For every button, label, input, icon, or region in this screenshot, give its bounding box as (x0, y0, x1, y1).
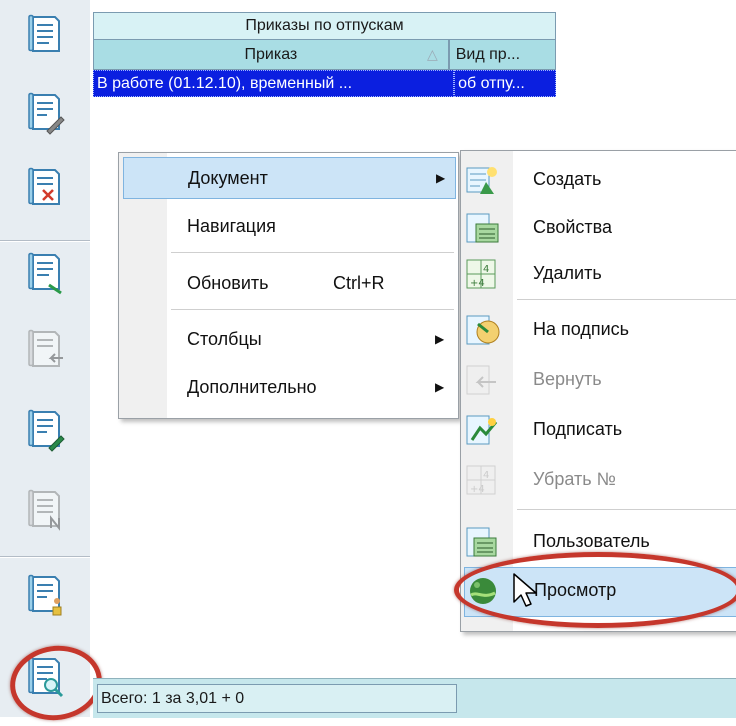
grid-header: Приказ △ Вид пр... (93, 40, 556, 70)
svg-text:4: 4 (483, 470, 489, 481)
document-number-icon[interactable] (20, 485, 70, 535)
submenu-item-label: Создать (533, 169, 602, 189)
sort-ascending-icon: △ (426, 46, 438, 62)
send-to-sign-icon (466, 315, 500, 345)
column-header-order-label: Приказ (244, 45, 298, 63)
submenu-arrow-icon: ▶ (435, 332, 445, 346)
menu-item-label: Документ (188, 167, 268, 188)
document-user-icon[interactable] (20, 570, 70, 620)
sign-icon (466, 415, 498, 445)
orders-grid: Приказы по отпускам Приказ △ Вид пр... В… (93, 12, 556, 97)
toolbar-separator (0, 556, 90, 558)
submenu-arrow-icon: ▶ (435, 380, 445, 394)
submenu-item-label: Вернуть (533, 369, 602, 389)
grid-title: Приказы по отпускам (93, 12, 556, 40)
menu-item-additional[interactable]: Дополнительно ▶ (123, 367, 454, 407)
submenu-separator (517, 509, 736, 510)
table-cell-order[interactable]: В работе (01.12.10), временный ... (93, 70, 455, 97)
menu-item-label: Обновить (187, 272, 269, 293)
table-row[interactable]: В работе (01.12.10), временный ... об от… (93, 70, 556, 97)
svg-text:4: 4 (483, 264, 489, 275)
document-icon[interactable] (20, 10, 70, 60)
submenu-item-return[interactable]: Вернуть (464, 357, 736, 403)
submenu-item-sign[interactable]: Подписать (464, 407, 736, 453)
submenu-item-label: На подпись (533, 319, 630, 339)
context-menu: Документ ▶ Навигация Обновить Ctrl+R Сто… (118, 152, 459, 419)
submenu-item-create[interactable]: Создать (464, 157, 736, 203)
menu-item-label: Столбцы (187, 328, 262, 349)
document-edit-icon[interactable] (20, 88, 70, 138)
submenu-item-delete[interactable]: 4 +4 Удалить (464, 251, 736, 297)
document-return-icon[interactable] (20, 325, 70, 375)
status-text: Всего: 1 за 3,01 + 0 (97, 684, 457, 713)
menu-item-shortcut: Ctrl+R (333, 272, 385, 293)
return-icon (466, 365, 496, 395)
submenu-item-properties[interactable]: Свойства (464, 205, 736, 251)
submenu-separator (517, 299, 736, 300)
column-header-type[interactable]: Вид пр... (448, 40, 556, 70)
document-delete-icon[interactable] (20, 163, 70, 213)
status-bar: Всего: 1 за 3,01 + 0 (93, 678, 736, 718)
menu-item-refresh[interactable]: Обновить Ctrl+R (123, 263, 454, 303)
submenu-item-label: Свойства (533, 217, 613, 237)
column-header-order[interactable]: Приказ △ (93, 40, 449, 70)
submenu-item-label: Подписать (533, 419, 623, 439)
table-cell-type[interactable]: об отпу... (454, 70, 556, 97)
svg-text:+4: +4 (470, 484, 485, 495)
document-sign-icon[interactable] (20, 405, 70, 455)
menu-item-document[interactable]: Документ ▶ (123, 157, 456, 199)
left-toolbar (0, 0, 107, 726)
user-icon (466, 527, 497, 557)
submenu-item-label: Удалить (533, 263, 602, 283)
preview-highlight-ring (454, 552, 736, 628)
submenu-item-label: Убрать № (533, 469, 616, 489)
menu-separator (171, 252, 454, 253)
svg-text:+4: +4 (470, 278, 485, 289)
menu-item-label: Навигация (187, 215, 276, 236)
menu-item-navigation[interactable]: Навигация (123, 206, 454, 246)
submenu-item-label: Пользователь (533, 531, 650, 551)
menu-item-label: Дополнительно (187, 376, 317, 397)
delete-icon: 4+4 (466, 259, 496, 289)
menu-item-columns[interactable]: Столбцы ▶ (123, 319, 454, 359)
submenu-item-remove-number[interactable]: 4 +4 Убрать № (464, 457, 736, 503)
submenu-arrow-icon: ▶ (436, 171, 446, 185)
properties-icon (466, 213, 499, 243)
mouse-pointer-icon (513, 573, 537, 607)
submenu-item-send-to-sign[interactable]: На подпись (464, 307, 736, 353)
toolbar-separator (0, 240, 90, 242)
menu-separator (171, 309, 454, 310)
create-icon (466, 167, 497, 194)
remove-number-icon: 4+4 (466, 465, 496, 495)
document-signature-icon[interactable] (20, 248, 70, 298)
